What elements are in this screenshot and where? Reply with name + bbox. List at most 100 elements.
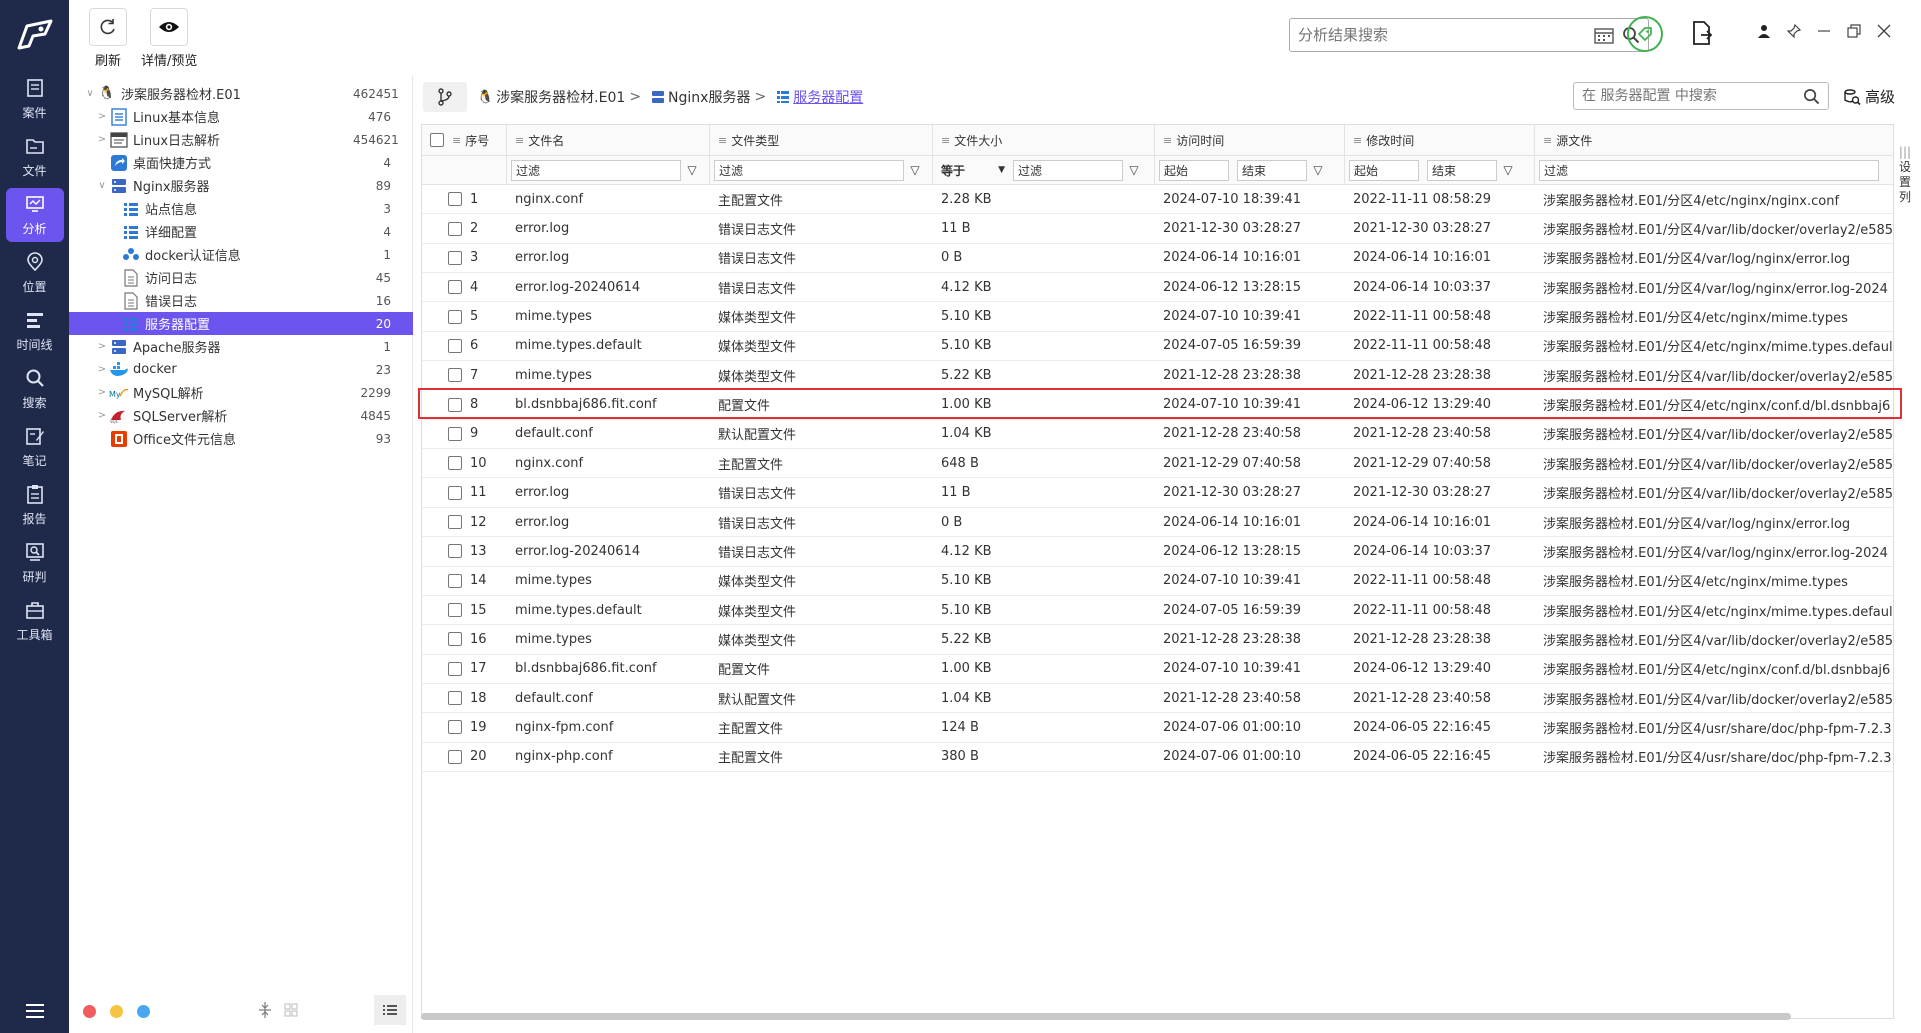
tree-item[interactable]: 错误日志 16 — [69, 289, 413, 312]
row-checkbox[interactable] — [448, 397, 462, 412]
status-tag-button[interactable] — [1627, 16, 1663, 52]
chevron-right-icon[interactable]: > — [95, 134, 109, 145]
row-checkbox[interactable] — [448, 661, 462, 676]
row-checkbox[interactable] — [448, 603, 462, 618]
list-view-button[interactable] — [374, 995, 406, 1025]
chevron-right-icon[interactable]: > — [95, 364, 109, 375]
row-checkbox[interactable] — [448, 691, 462, 706]
close-button[interactable] — [1877, 24, 1891, 42]
row-checkbox[interactable] — [448, 280, 462, 295]
table-row[interactable]: 7 mime.types 媒体类型文件 5.22 KB 2021-12-28 23:28… — [422, 361, 1893, 391]
header-src[interactable]: ≡ 源文件 — [1535, 125, 1893, 155]
nav-item-folder[interactable]: 文件 — [6, 130, 64, 184]
funnel-icon[interactable]: ▽ — [1311, 163, 1325, 177]
funnel-icon[interactable]: ▽ — [1501, 163, 1515, 177]
calendar-icon[interactable] — [1594, 26, 1614, 44]
chevron-down-icon[interactable]: ∨ — [95, 180, 109, 191]
row-checkbox[interactable] — [448, 309, 462, 324]
mtime-start-input[interactable]: 起始 — [1349, 159, 1419, 181]
table-row[interactable]: 5 mime.types 媒体类型文件 5.10 KB 2024-07-10 10:39… — [422, 302, 1893, 332]
header-size[interactable]: ≡ 文件大小 — [933, 125, 1155, 155]
table-row[interactable]: 15 mime.types.default 媒体类型文件 5.10 KB 2024-07… — [422, 596, 1893, 626]
row-checkbox[interactable] — [448, 250, 462, 265]
row-checkbox[interactable] — [448, 749, 462, 764]
table-row[interactable]: 10 nginx.conf 主配置文件 648 B 2021-12-29 07:40:5… — [422, 449, 1893, 479]
atime-start-input[interactable]: 起始 — [1159, 159, 1229, 181]
funnel-icon[interactable]: ▽ — [908, 163, 922, 177]
tree-item[interactable]: > SQL SQLServer解析 4845 — [69, 404, 413, 427]
breadcrumb-item-evidence[interactable]: 🐧 涉案服务器检材.E01 — [477, 87, 625, 107]
tree-item[interactable]: > My MySQL解析 2299 — [69, 381, 413, 404]
red-dot[interactable] — [83, 1004, 96, 1018]
filter-type-input[interactable]: 过滤 — [714, 159, 904, 181]
analysis-search-input[interactable] — [1298, 26, 1594, 44]
advanced-search-button[interactable]: 高级 — [1843, 86, 1895, 107]
table-row[interactable]: 6 mime.types.default 媒体类型文件 5.10 KB 2024-07-… — [422, 332, 1893, 362]
table-row[interactable]: 1 nginx.conf 主配置文件 2.28 KB 2024-07-10 18:39:… — [422, 185, 1893, 215]
header-mtime[interactable]: ≡ 修改时间 — [1345, 125, 1535, 155]
filter-name-input[interactable]: 过滤 — [511, 159, 681, 181]
mtime-end-input[interactable]: 结束 — [1427, 159, 1497, 181]
table-row[interactable]: 3 error.log 错误日志文件 0 B 2024-06-14 10:16:01 20… — [422, 244, 1893, 274]
pin-button[interactable] — [1786, 23, 1802, 42]
filter-src-input[interactable]: 过滤 — [1539, 159, 1879, 181]
chevron-right-icon[interactable]: > — [95, 387, 109, 398]
scoped-search-box[interactable] — [1573, 82, 1829, 110]
chevron-right-icon[interactable]: > — [95, 341, 109, 352]
row-checkbox[interactable] — [448, 485, 462, 500]
nav-item-toolbox[interactable]: 工具箱 — [6, 594, 64, 648]
nav-item-note[interactable]: 笔记 — [6, 420, 64, 474]
tree-item[interactable]: 访问日志 45 — [69, 266, 413, 289]
select-all-checkbox[interactable] — [430, 133, 444, 147]
header-name[interactable]: ≡ 文件名 — [507, 125, 710, 155]
tree-item[interactable]: 站点信息 3 — [69, 197, 413, 220]
table-row[interactable]: 16 mime.types 媒体类型文件 5.22 KB 2021-12-28 23:2… — [422, 625, 1893, 655]
tree-item[interactable]: > docker 23 — [69, 358, 413, 381]
atime-end-input[interactable]: 结束 — [1237, 159, 1307, 181]
tree-item[interactable]: > Linux日志解析 454621 — [69, 128, 413, 151]
header-atime[interactable]: ≡ 访问时间 — [1155, 125, 1345, 155]
column-settings-handle[interactable]: ||| 设置列 — [1894, 145, 1916, 225]
tree-item[interactable]: docker认证信息 1 — [69, 243, 413, 266]
minimize-button[interactable] — [1817, 24, 1831, 42]
header-type[interactable]: ≡ 文件类型 — [710, 125, 933, 155]
nav-item-report[interactable]: 报告 — [6, 478, 64, 532]
scoped-search-input[interactable] — [1582, 88, 1803, 104]
analysis-search-box[interactable] — [1289, 18, 1649, 52]
blue-dot[interactable] — [137, 1004, 150, 1018]
row-checkbox[interactable] — [448, 515, 462, 530]
table-row[interactable]: 20 nginx-php.conf 主配置文件 380 B 2024-07-06 01:… — [422, 743, 1893, 772]
tree-item[interactable]: Office文件元信息 93 — [69, 427, 413, 450]
nav-item-analysis[interactable]: 分析 — [5, 188, 64, 242]
tree-item[interactable]: 桌面快捷方式 4 — [69, 151, 413, 174]
chevron-right-icon[interactable]: > — [95, 410, 109, 421]
row-checkbox[interactable] — [448, 632, 462, 647]
breadcrumb-item-nginx[interactable]: Nginx服务器 — [651, 87, 750, 107]
tree-item[interactable]: > Linux基本信息 476 — [69, 105, 413, 128]
size-operator-select[interactable]: 等于 ▼ — [937, 160, 1009, 181]
refresh-button[interactable]: 刷新 — [89, 8, 127, 69]
table-row[interactable]: 18 default.conf 默认配置文件 1.04 KB 2021-12-28 23… — [422, 684, 1893, 714]
preview-button[interactable]: 详情/预览 — [141, 8, 197, 69]
main-menu-button[interactable] — [0, 1003, 69, 1019]
row-checkbox[interactable] — [448, 368, 462, 383]
nav-item-timeline[interactable]: 时间线 — [6, 304, 64, 358]
nav-item-case[interactable]: 案件 — [6, 72, 64, 126]
funnel-icon[interactable]: ▽ — [685, 163, 699, 177]
table-row[interactable]: 2 error.log 错误日志文件 11 B 2021-12-30 03:28:27 2… — [422, 214, 1893, 244]
table-row[interactable]: 4 error.log-20240614 错误日志文件 4.12 KB 2024-06-… — [422, 273, 1893, 303]
row-checkbox[interactable] — [448, 221, 462, 236]
chevron-right-icon[interactable]: > — [95, 111, 109, 122]
table-row[interactable]: 9 default.conf 默认配置文件 1.04 KB 2021-12-28 23:… — [422, 420, 1893, 450]
export-button[interactable] — [1691, 20, 1713, 50]
row-checkbox[interactable] — [448, 544, 462, 559]
user-button[interactable] — [1757, 24, 1771, 42]
collapse-tree-button[interactable] — [257, 1001, 273, 1023]
tree-item[interactable]: 详细配置 4 — [69, 220, 413, 243]
tree-item[interactable]: > Apache服务器 1 — [69, 335, 413, 358]
table-row[interactable]: 19 nginx-fpm.conf 主配置文件 124 B 2024-07-06 01:… — [422, 713, 1893, 743]
table-row[interactable]: 8 bl.dsnbbaj686.fit.conf 配置文件 1.00 KB 2024-0… — [422, 390, 1893, 420]
row-checkbox[interactable] — [448, 192, 462, 207]
breadcrumb-item-current[interactable]: 服务器配置 — [776, 87, 863, 107]
grid-view-button[interactable] — [284, 1003, 298, 1021]
